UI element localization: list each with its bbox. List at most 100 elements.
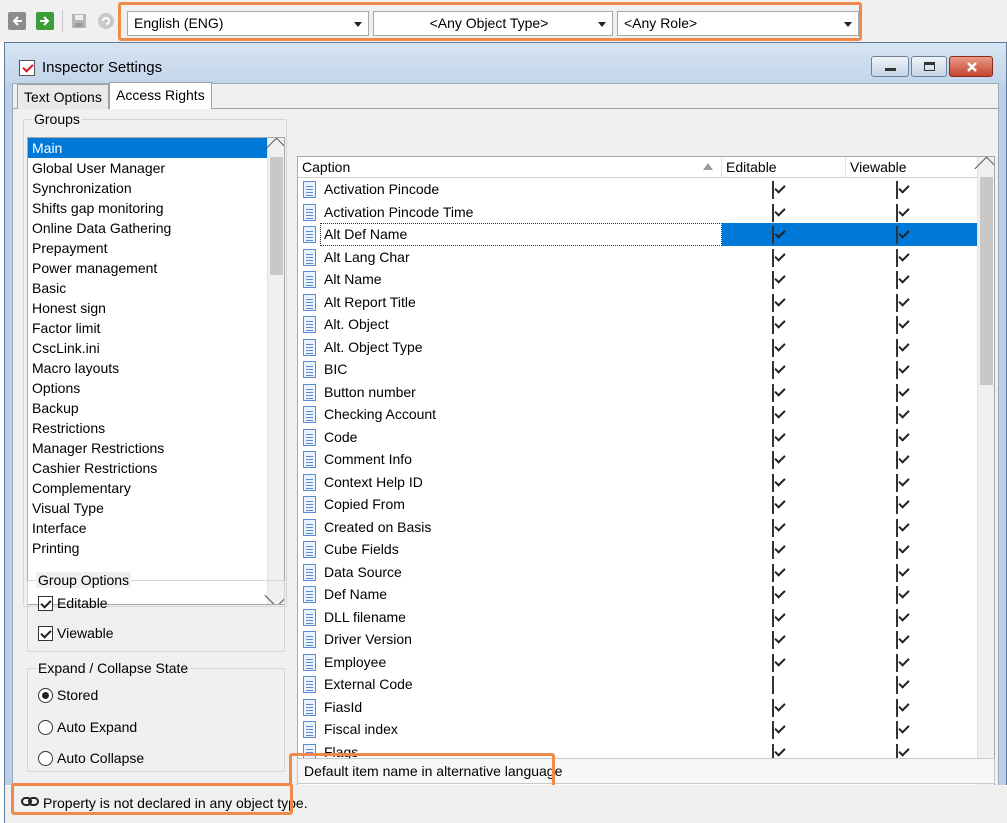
row-editable-checkbox[interactable] xyxy=(772,226,778,244)
radio-stored[interactable]: Stored xyxy=(38,687,98,703)
row-editable-checkbox[interactable] xyxy=(772,428,778,447)
undo-circle-icon[interactable] xyxy=(97,12,115,30)
row-viewable-checkbox[interactable] xyxy=(896,271,902,289)
table-row[interactable]: Button number xyxy=(298,381,979,404)
row-viewable-checkbox[interactable] xyxy=(896,203,902,222)
object-type-select[interactable]: <Any Object Type> xyxy=(373,11,613,36)
row-viewable-checkbox[interactable] xyxy=(896,383,902,402)
row-viewable-checkbox[interactable] xyxy=(896,518,902,537)
table-row[interactable]: FiasId xyxy=(298,696,979,719)
table-row[interactable]: Fiscal index xyxy=(298,718,979,741)
group-item[interactable]: Prepayment xyxy=(28,238,284,258)
table-row[interactable]: Comment Info xyxy=(298,448,979,471)
row-editable-checkbox[interactable] xyxy=(772,676,778,694)
row-viewable-checkbox[interactable] xyxy=(896,181,902,199)
group-editable-checkbox[interactable]: Editable xyxy=(38,595,108,611)
scroll-up-icon[interactable] xyxy=(974,157,994,181)
group-item[interactable]: Basic xyxy=(28,278,284,298)
row-editable-checkbox[interactable] xyxy=(772,586,778,604)
row-viewable-checkbox[interactable] xyxy=(896,338,902,357)
group-viewable-checkbox[interactable]: Viewable xyxy=(38,625,114,641)
group-item[interactable]: Honest sign xyxy=(28,298,284,318)
group-item[interactable]: Restrictions xyxy=(28,418,284,438)
row-editable-checkbox[interactable] xyxy=(772,406,778,424)
tab-text-options[interactable]: Text Options xyxy=(17,84,109,109)
row-viewable-checkbox[interactable] xyxy=(896,631,902,649)
group-item[interactable]: Power management xyxy=(28,258,284,278)
forward-arrow-icon[interactable] xyxy=(36,12,54,30)
row-editable-checkbox[interactable] xyxy=(772,608,778,627)
row-viewable-checkbox[interactable] xyxy=(896,361,902,379)
group-item[interactable]: Main xyxy=(28,138,284,158)
group-item[interactable]: Backup xyxy=(28,398,284,418)
properties-grid[interactable]: Caption Editable Viewable Activation Pin… xyxy=(297,156,995,796)
row-viewable-checkbox[interactable] xyxy=(896,698,902,717)
role-select[interactable]: <Any Role> xyxy=(617,11,859,36)
group-item[interactable]: Global User Manager xyxy=(28,158,284,178)
table-row[interactable]: Copied From xyxy=(298,493,979,516)
table-row[interactable]: Employee xyxy=(298,651,979,674)
column-caption-header[interactable]: Caption xyxy=(298,157,722,178)
group-item[interactable]: Macro layouts xyxy=(28,358,284,378)
group-item[interactable]: CscLink.ini xyxy=(28,338,284,358)
table-row[interactable]: BIC xyxy=(298,358,979,381)
scroll-up-icon[interactable] xyxy=(264,138,284,162)
save-disk-icon[interactable] xyxy=(70,12,88,30)
row-editable-checkbox[interactable] xyxy=(772,631,778,649)
table-row[interactable]: Alt Name xyxy=(298,268,979,291)
group-item[interactable]: Shifts gap monitoring xyxy=(28,198,284,218)
table-row[interactable]: Alt. Object Type xyxy=(298,336,979,359)
groups-list[interactable]: Main Global User Manager Synchronization Sh… xyxy=(27,137,285,605)
row-viewable-checkbox[interactable] xyxy=(896,721,902,739)
row-viewable-checkbox[interactable] xyxy=(896,586,902,604)
row-viewable-checkbox[interactable] xyxy=(896,226,902,244)
row-viewable-checkbox[interactable] xyxy=(896,608,902,627)
groups-scroll-thumb[interactable] xyxy=(270,157,283,275)
row-viewable-checkbox[interactable] xyxy=(896,541,902,559)
row-editable-checkbox[interactable] xyxy=(772,293,778,312)
table-row[interactable]: Data Source xyxy=(298,561,979,584)
column-editable-header[interactable]: Editable xyxy=(722,157,846,178)
table-row[interactable]: Checking Account xyxy=(298,403,979,426)
row-editable-checkbox[interactable] xyxy=(772,721,778,739)
row-viewable-checkbox[interactable] xyxy=(896,563,902,582)
row-editable-checkbox[interactable] xyxy=(772,316,778,334)
row-editable-checkbox[interactable] xyxy=(772,496,778,514)
table-row[interactable]: Alt Def Name xyxy=(298,223,979,246)
maximize-button[interactable] xyxy=(911,56,947,77)
group-item[interactable]: Synchronization xyxy=(28,178,284,198)
table-row[interactable]: External Code xyxy=(298,673,979,696)
table-row[interactable]: Context Help ID xyxy=(298,471,979,494)
row-editable-checkbox[interactable] xyxy=(772,451,778,469)
back-arrow-icon[interactable] xyxy=(8,12,26,30)
row-viewable-checkbox[interactable] xyxy=(896,496,902,514)
tab-access-rights[interactable]: Access Rights xyxy=(109,82,212,109)
table-row[interactable]: Created on Basis xyxy=(298,516,979,539)
row-editable-checkbox[interactable] xyxy=(772,563,778,582)
row-editable-checkbox[interactable] xyxy=(772,653,778,672)
row-editable-checkbox[interactable] xyxy=(772,541,778,559)
column-viewable-header[interactable]: Viewable xyxy=(846,157,979,178)
row-viewable-checkbox[interactable] xyxy=(896,316,902,334)
table-row[interactable]: Alt Lang Char xyxy=(298,246,979,269)
grid-scroll-thumb[interactable] xyxy=(980,177,993,385)
table-row[interactable]: Activation Pincode xyxy=(298,178,979,201)
radio-auto-collapse[interactable]: Auto Collapse xyxy=(38,750,144,766)
row-editable-checkbox[interactable] xyxy=(772,473,778,492)
language-select[interactable]: English (ENG) xyxy=(127,11,369,36)
row-editable-checkbox[interactable] xyxy=(772,203,778,222)
row-viewable-checkbox[interactable] xyxy=(896,293,902,312)
row-viewable-checkbox[interactable] xyxy=(896,473,902,492)
table-row[interactable]: Activation Pincode Time xyxy=(298,201,979,224)
group-item[interactable]: Visual Type xyxy=(28,498,284,518)
row-editable-checkbox[interactable] xyxy=(772,698,778,717)
row-editable-checkbox[interactable] xyxy=(772,248,778,267)
group-item[interactable]: Cashier Restrictions xyxy=(28,458,284,478)
row-viewable-checkbox[interactable] xyxy=(896,653,902,672)
group-item[interactable]: Manager Restrictions xyxy=(28,438,284,458)
table-row[interactable]: Def Name xyxy=(298,583,979,606)
radio-auto-expand[interactable]: Auto Expand xyxy=(38,719,137,735)
group-item[interactable]: Complementary xyxy=(28,478,284,498)
row-editable-checkbox[interactable] xyxy=(772,338,778,357)
row-editable-checkbox[interactable] xyxy=(772,181,778,199)
